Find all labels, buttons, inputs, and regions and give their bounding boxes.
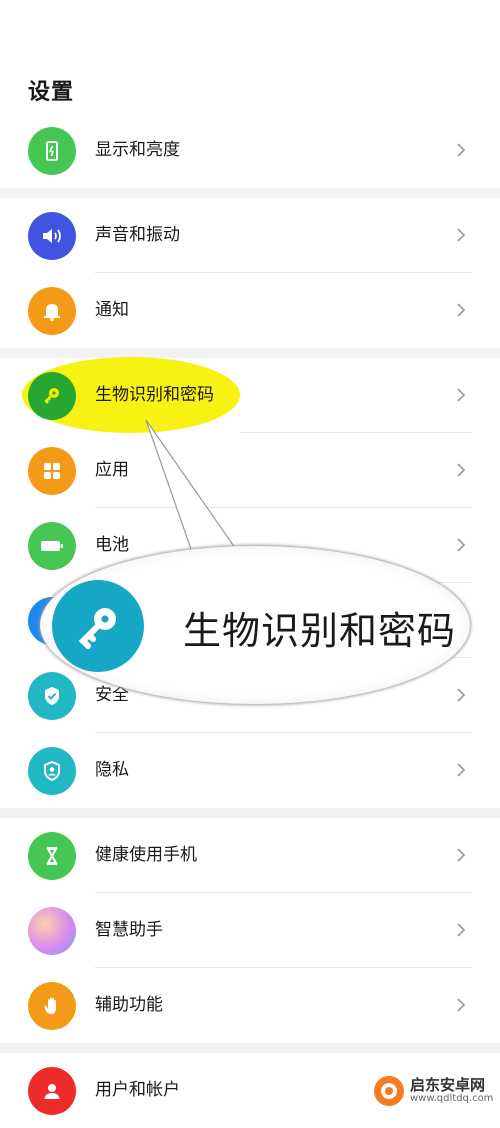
callout-label: 生物识别和密码 bbox=[183, 609, 457, 653]
watermark: 启东安卓网 www.qdltdq.com bbox=[372, 1070, 500, 1111]
watermark-logo-icon bbox=[374, 1075, 404, 1106]
watermark-url: www.qdltdq.com bbox=[410, 1092, 494, 1104]
watermark-name: 启东安卓网 bbox=[410, 1075, 486, 1094]
key-icon bbox=[52, 580, 144, 672]
